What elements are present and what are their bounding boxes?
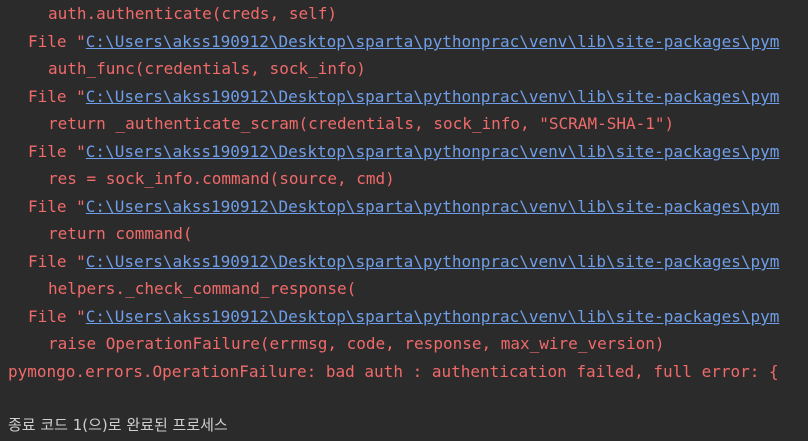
traceback-code-line: helpers._check_command_response( xyxy=(48,279,357,298)
process-exit-message: 종료 코드 1(으)로 완료된 프로세스 xyxy=(8,416,228,434)
traceback-file-line: File "C:\Users\akss190912\Desktop\sparta… xyxy=(0,303,808,330)
file-prefix: File " xyxy=(28,307,86,326)
traceback-code-line: auth.authenticate(creds, self) xyxy=(48,4,337,23)
file-prefix: File " xyxy=(28,252,86,271)
traceback-code-line: return command( xyxy=(48,224,193,243)
traceback-code-line: auth_func(credentials, sock_info) xyxy=(48,59,366,78)
file-prefix: File " xyxy=(28,87,86,106)
file-path-link[interactable]: C:\Users\akss190912\Desktop\sparta\pytho… xyxy=(86,307,780,326)
traceback-file-line: File "C:\Users\akss190912\Desktop\sparta… xyxy=(0,28,808,55)
file-path-link[interactable]: C:\Users\akss190912\Desktop\sparta\pytho… xyxy=(86,142,780,161)
traceback-file-line: File "C:\Users\akss190912\Desktop\sparta… xyxy=(0,193,808,220)
traceback-code-line: return _authenticate_scram(credentials, … xyxy=(48,114,675,133)
traceback-code-line: raise OperationFailure(errmsg, code, res… xyxy=(48,334,665,353)
traceback-file-line: File "C:\Users\akss190912\Desktop\sparta… xyxy=(0,138,808,165)
file-prefix: File " xyxy=(28,32,86,51)
run-console-output: auth.authenticate(creds, self) File "C:\… xyxy=(0,0,808,441)
file-path-link[interactable]: C:\Users\akss190912\Desktop\sparta\pytho… xyxy=(86,252,780,271)
traceback-file-line: File "C:\Users\akss190912\Desktop\sparta… xyxy=(0,83,808,110)
file-path-link[interactable]: C:\Users\akss190912\Desktop\sparta\pytho… xyxy=(86,87,780,106)
error-message-line: pymongo.errors.OperationFailure: bad aut… xyxy=(8,362,779,381)
file-path-link[interactable]: C:\Users\akss190912\Desktop\sparta\pytho… xyxy=(86,197,780,216)
file-prefix: File " xyxy=(28,142,86,161)
traceback-code-line: res = sock_info.command(source, cmd) xyxy=(48,169,395,188)
traceback-file-line: File "C:\Users\akss190912\Desktop\sparta… xyxy=(0,248,808,275)
file-path-link[interactable]: C:\Users\akss190912\Desktop\sparta\pytho… xyxy=(86,32,780,51)
file-prefix: File " xyxy=(28,197,86,216)
